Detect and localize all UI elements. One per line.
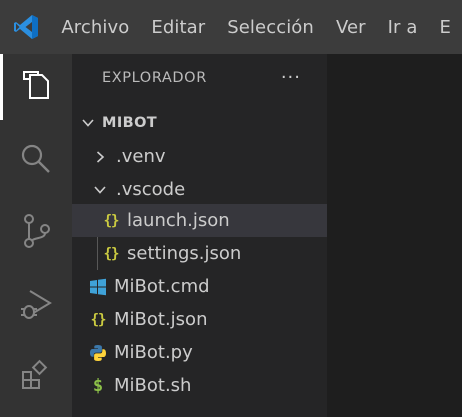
explorer-header: EXPLORADOR ··· [72, 54, 327, 102]
explorer-icon [21, 69, 51, 105]
tree-item-launch-json[interactable]: {} launch.json [72, 204, 327, 237]
menu-ir-a[interactable]: Ir a [377, 0, 429, 54]
root-folder-label: MIBOT [102, 114, 158, 131]
vscode-logo-icon [0, 0, 51, 54]
explorer-title: EXPLORADOR [102, 70, 207, 86]
tree-item-mibot-sh[interactable]: $ MiBot.sh [72, 369, 327, 402]
editor-area[interactable] [327, 54, 462, 417]
python-file-icon [87, 344, 109, 362]
chevron-right-icon [92, 149, 108, 165]
tree-item-mibot-py[interactable]: MiBot.py [72, 336, 327, 369]
source-control-icon [20, 213, 52, 253]
tree-item-label: MiBot.py [114, 342, 193, 363]
windows-cmd-icon [87, 278, 109, 296]
tree-item-label: .vscode [116, 179, 186, 200]
tree-item-label: MiBot.json [114, 309, 208, 330]
tree-item-label: MiBot.cmd [114, 276, 210, 297]
title-bar: Archivo Editar Selección Ver Ir a E [0, 0, 462, 54]
menu-truncated[interactable]: E [429, 0, 462, 54]
search-button[interactable] [0, 128, 72, 194]
tree-item-venv[interactable]: .venv [72, 140, 327, 173]
tree-item-mibot-cmd[interactable]: MiBot.cmd [72, 270, 327, 303]
menu-bar: Archivo Editar Selección Ver Ir a E [51, 0, 462, 54]
shell-file-icon: $ [92, 375, 104, 396]
explorer-button[interactable] [0, 54, 72, 120]
tree-item-label: MiBot.sh [114, 375, 192, 396]
tree-item-label: .venv [116, 146, 166, 167]
json-file-icon: {} [90, 311, 107, 328]
explorer-sidebar: EXPLORADOR ··· MIBOT .venv .vscode {} la… [72, 54, 327, 417]
source-control-button[interactable] [0, 200, 72, 266]
more-actions-icon[interactable]: ··· [281, 69, 301, 87]
menu-ver[interactable]: Ver [325, 0, 377, 54]
chevron-down-icon [80, 115, 96, 131]
tree-item-vscode[interactable]: .vscode [72, 173, 327, 206]
run-debug-button[interactable] [0, 274, 72, 340]
tree-item-label: settings.json [127, 243, 242, 264]
menu-seleccion[interactable]: Selección [216, 0, 325, 54]
activity-bar [0, 54, 72, 417]
run-debug-icon [19, 288, 53, 326]
root-folder-row[interactable]: MIBOT [72, 106, 327, 139]
chevron-down-icon [92, 182, 108, 198]
tree-item-mibot-json[interactable]: {} MiBot.json [72, 303, 327, 336]
tree-item-label: launch.json [127, 210, 230, 231]
menu-editar[interactable]: Editar [140, 0, 216, 54]
extensions-button[interactable] [0, 344, 72, 410]
json-file-icon: {} [103, 212, 120, 229]
json-file-icon: {} [103, 245, 120, 262]
extensions-icon [20, 359, 52, 395]
menu-archivo[interactable]: Archivo [51, 0, 140, 54]
search-icon [20, 143, 52, 179]
tree-item-settings-json[interactable]: {} settings.json [72, 237, 327, 270]
